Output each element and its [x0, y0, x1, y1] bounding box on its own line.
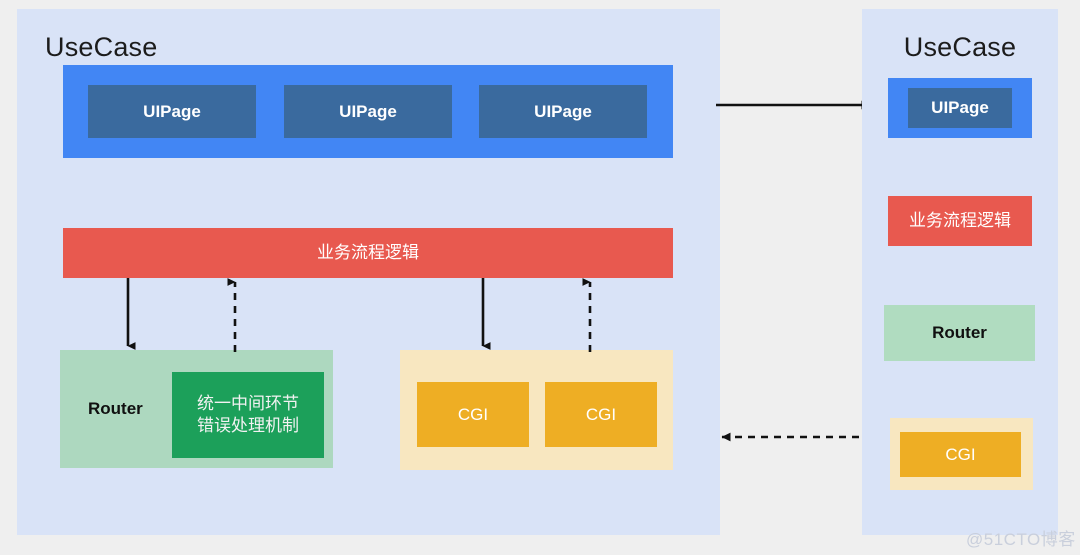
cgi-box-1[interactable]: CGI — [417, 382, 529, 447]
cgi-label-right: CGI — [945, 444, 976, 464]
uipage-box-right[interactable]: UIPage — [908, 88, 1012, 128]
uipage-label-right: UIPage — [931, 98, 989, 118]
uipage-label-3: UIPage — [534, 101, 592, 121]
watermark-text: @51CTO博客 — [966, 530, 1076, 549]
router-label-left: Router — [88, 399, 143, 418]
connector-right-to-left-bottom — [721, 432, 872, 442]
uipage-label-2: UIPage — [339, 101, 397, 121]
uipage-box-2[interactable]: UIPage — [284, 85, 452, 138]
cgi-box-right[interactable]: CGI — [900, 432, 1021, 477]
business-logic-bar-right[interactable]: 业务流程逻辑 — [888, 196, 1032, 246]
uipage-box-1[interactable]: UIPage — [88, 85, 256, 138]
connector-left-to-right-top — [716, 100, 871, 110]
business-logic-label-right: 业务流程逻辑 — [909, 211, 1011, 231]
business-logic-label-left: 业务流程逻辑 — [317, 243, 419, 263]
page-title-left: UseCase — [45, 32, 158, 62]
uipage-box-3[interactable]: UIPage — [479, 85, 647, 138]
cgi-box-2[interactable]: CGI — [545, 382, 657, 447]
uipage-label-1: UIPage — [143, 101, 201, 121]
page-title-right: UseCase — [903, 32, 1017, 62]
middleware-error-handling-label: 统一中间环节 错误处理机制 — [197, 394, 299, 435]
diagram-canvas: UseCase UIPage UIPage UIPage 业务流程逻辑 Rout… — [0, 0, 1080, 555]
middleware-error-handling-box[interactable]: 统一中间环节 错误处理机制 — [172, 372, 324, 458]
vertical-connectors-group — [126, 278, 592, 352]
router-box-right[interactable]: Router — [884, 305, 1035, 361]
cgi-label-1: CGI — [457, 404, 489, 424]
router-label-right: Router — [932, 323, 987, 343]
cgi-label-2: CGI — [585, 404, 617, 424]
